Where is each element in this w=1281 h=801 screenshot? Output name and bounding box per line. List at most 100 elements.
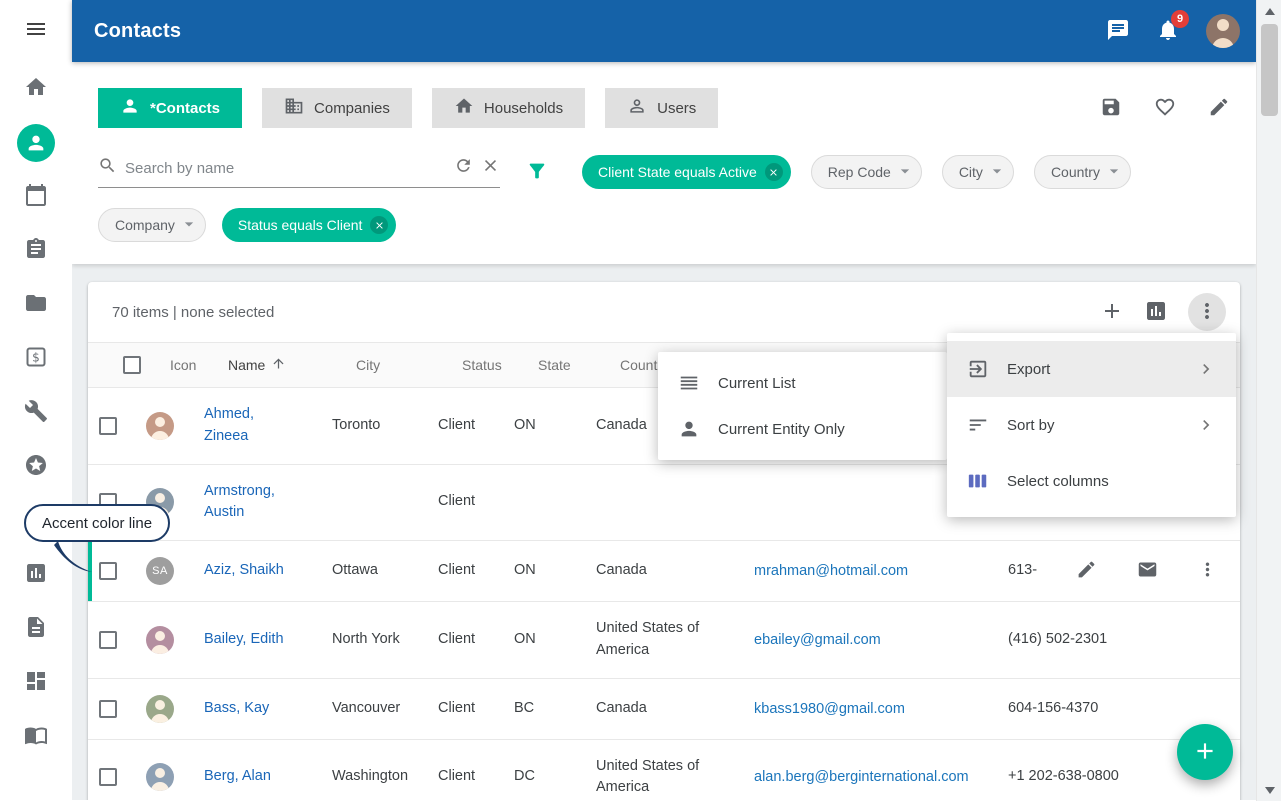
column-header-city[interactable]: City xyxy=(356,357,462,373)
scrollbar-thumb[interactable] xyxy=(1261,24,1278,116)
dollar-icon: $ xyxy=(24,345,48,374)
svg-text:$: $ xyxy=(32,350,40,364)
menu-item-select-columns[interactable]: Select columns xyxy=(947,453,1236,509)
tab-users[interactable]: Users xyxy=(605,88,718,128)
menu-item-export[interactable]: Export xyxy=(947,341,1236,397)
sidebar-item-home[interactable] xyxy=(0,62,72,116)
contact-name-link[interactable]: Aziz, Shaikh xyxy=(204,560,332,582)
filter-chip-rep-code[interactable]: Rep Code xyxy=(811,155,922,189)
clipboard-icon xyxy=(24,237,48,266)
search-row: Client State equals Active Rep Code City… xyxy=(98,155,1240,189)
analytics-button[interactable] xyxy=(1144,299,1168,326)
scroll-up-arrow[interactable] xyxy=(1257,0,1281,22)
contact-name-link[interactable]: Ahmed, Zineea xyxy=(204,404,332,448)
folder-icon xyxy=(24,291,48,320)
contact-avatar xyxy=(146,412,174,440)
user-avatar[interactable] xyxy=(1206,14,1240,48)
sidebar-item-favorites[interactable] xyxy=(0,440,72,494)
sidebar-item-calendar[interactable] xyxy=(0,170,72,224)
filter-button[interactable] xyxy=(526,160,548,185)
filter-chip-country[interactable]: Country xyxy=(1034,155,1131,189)
chart-box-icon xyxy=(1144,299,1168,326)
select-all-checkbox[interactable] xyxy=(123,356,141,374)
row-more-button[interactable] xyxy=(1197,559,1218,583)
menu-button[interactable] xyxy=(0,0,72,62)
chip-label: Company xyxy=(115,217,175,233)
add-column-button[interactable] xyxy=(1100,299,1124,326)
columns-icon xyxy=(967,470,989,492)
row-checkbox[interactable] xyxy=(99,768,117,786)
column-header-state[interactable]: State xyxy=(538,357,620,373)
remove-filter-icon[interactable] xyxy=(370,216,388,234)
sidebar-item-library[interactable] xyxy=(0,710,72,764)
remove-filter-icon[interactable] xyxy=(765,163,783,181)
search-icon xyxy=(98,156,117,180)
contact-name-link[interactable]: Bailey, Edith xyxy=(204,629,332,651)
row-checkbox[interactable] xyxy=(99,700,117,718)
tab-contacts[interactable]: *Contacts xyxy=(98,88,242,128)
sidebar-item-tasks[interactable] xyxy=(0,224,72,278)
filter-chip-client-state[interactable]: Client State equals Active xyxy=(582,155,791,189)
menu-item-label: Current Entity Only xyxy=(718,421,845,438)
chip-label: Client State equals Active xyxy=(598,164,757,180)
save-view-button[interactable] xyxy=(1100,96,1122,121)
sidebar-item-dashboard[interactable] xyxy=(0,656,72,710)
cell-email[interactable]: ebailey@gmail.com xyxy=(754,632,1008,648)
menu-item-sort-by[interactable]: Sort by xyxy=(947,397,1236,453)
favorite-view-button[interactable] xyxy=(1154,96,1176,121)
notifications-button[interactable]: 9 xyxy=(1156,18,1180,45)
row-checkbox[interactable] xyxy=(99,562,117,580)
search-input[interactable] xyxy=(125,160,446,177)
list-more-button[interactable] xyxy=(1188,293,1226,331)
envelope-icon xyxy=(1137,559,1158,583)
row-checkbox[interactable] xyxy=(99,631,117,649)
menu-item-current-list[interactable]: Current List xyxy=(658,360,947,406)
dashboard-icon xyxy=(24,669,48,698)
filter-chip-company[interactable]: Company xyxy=(98,208,206,242)
column-header-icon[interactable]: Icon xyxy=(152,357,228,373)
menu-item-label: Export xyxy=(1007,361,1050,378)
chat-button[interactable] xyxy=(1106,18,1130,45)
refresh-icon[interactable] xyxy=(454,156,473,180)
cell-country: United States of America xyxy=(596,756,754,800)
contact-name-link[interactable]: Berg, Alan xyxy=(204,766,332,788)
table-row[interactable]: Bass, Kay Vancouver Client BC Canada kba… xyxy=(88,679,1240,740)
clear-search-icon[interactable] xyxy=(481,156,500,180)
vertical-scrollbar[interactable] xyxy=(1256,0,1281,801)
funnel-icon xyxy=(526,160,548,185)
contact-name-link[interactable]: Armstrong, Austin xyxy=(204,481,332,525)
column-header-name[interactable]: Name xyxy=(228,356,356,374)
sidebar-item-tools[interactable] xyxy=(0,386,72,440)
sidebar-item-billing[interactable]: $ xyxy=(0,332,72,386)
tab-label: Companies xyxy=(314,100,390,117)
table-row-highlighted[interactable]: SA Aziz, Shaikh Ottawa Client ON Canada … xyxy=(88,541,1240,602)
cell-email[interactable]: kbass1980@gmail.com xyxy=(754,701,1008,717)
caret-down-icon xyxy=(1104,161,1124,184)
table-row[interactable]: Berg, Alan Washington Client DC United S… xyxy=(88,740,1240,801)
contact-name-link[interactable]: Bass, Kay xyxy=(204,698,332,720)
person-icon xyxy=(678,418,700,440)
column-header-status[interactable]: Status xyxy=(462,357,538,373)
menu-item-current-entity-only[interactable]: Current Entity Only xyxy=(658,406,947,452)
edit-view-button[interactable] xyxy=(1208,96,1230,121)
star-badge-icon xyxy=(24,453,48,482)
filter-chip-city[interactable]: City xyxy=(942,155,1014,189)
sidebar-item-documents[interactable] xyxy=(0,602,72,656)
sidebar-item-contacts[interactable] xyxy=(0,116,72,170)
row-edit-button[interactable] xyxy=(1076,559,1097,583)
cell-state: ON xyxy=(514,415,596,437)
cell-email[interactable]: mrahman@hotmail.com xyxy=(754,563,1008,579)
row-email-button[interactable] xyxy=(1137,559,1158,583)
tab-households[interactable]: Households xyxy=(432,88,585,128)
scroll-down-arrow[interactable] xyxy=(1257,779,1281,801)
sidebar-item-files[interactable] xyxy=(0,278,72,332)
tab-companies[interactable]: Companies xyxy=(262,88,412,128)
caret-down-icon xyxy=(179,214,199,237)
row-checkbox[interactable] xyxy=(99,417,117,435)
add-contact-fab[interactable] xyxy=(1177,724,1233,780)
table-row[interactable]: Bailey, Edith North York Client ON Unite… xyxy=(88,602,1240,679)
filter-chip-status[interactable]: Status equals Client xyxy=(222,208,397,242)
chip-label: City xyxy=(959,164,983,180)
cell-email[interactable]: alan.berg@berginternational.com xyxy=(754,769,1008,785)
app-header: Contacts 9 xyxy=(72,0,1256,62)
